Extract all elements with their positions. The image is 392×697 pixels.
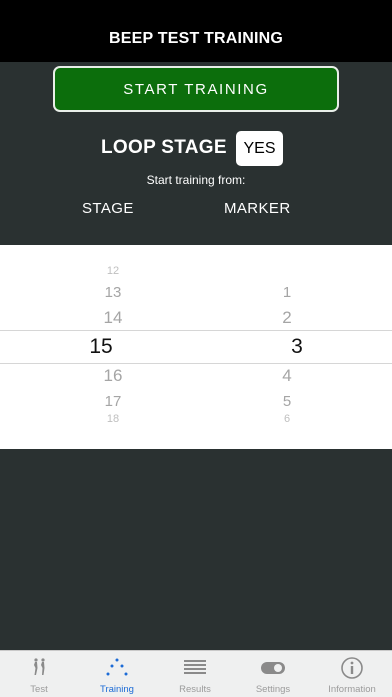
runners-icon [0, 656, 78, 680]
tab-label: Results [179, 684, 211, 695]
training-cones-icon [78, 656, 156, 680]
loop-stage-label: LOOP STAGE [101, 137, 227, 158]
marker-option[interactable]: 4 [257, 366, 317, 386]
stage-option[interactable]: 16 [83, 366, 143, 386]
info-icon [312, 656, 392, 680]
toggle-icon [234, 656, 312, 680]
stage-option[interactable]: 14 [83, 308, 143, 328]
loop-stage-toggle[interactable]: YES [236, 131, 283, 166]
selection-top-line [0, 330, 392, 331]
tab-label: Test [30, 684, 48, 695]
tab-label: Information [328, 684, 376, 695]
selection-bottom-line [0, 363, 392, 364]
stage-option[interactable]: 13 [83, 284, 143, 301]
marker-selected[interactable]: 3 [267, 335, 327, 359]
stage-selected[interactable]: 15 [71, 335, 131, 359]
nav-bar: BEEP TEST TRAINING [0, 0, 392, 62]
tab-information[interactable]: Information [312, 651, 392, 697]
tab-settings[interactable]: Settings [234, 651, 312, 697]
tab-bar: Test Training Results Settings Informati… [0, 650, 392, 697]
stage-option[interactable]: 12 [83, 265, 143, 277]
list-icon [156, 656, 234, 680]
start-training-button[interactable]: START TRAINING [53, 66, 339, 112]
marker-option[interactable]: 6 [257, 413, 317, 425]
marker-column-header: MARKER [224, 200, 291, 217]
marker-option[interactable]: 5 [257, 393, 317, 410]
marker-option[interactable]: 1 [257, 284, 317, 301]
tab-label: Training [100, 684, 134, 695]
tab-test[interactable]: Test [0, 651, 78, 697]
tab-training[interactable]: Training [78, 651, 156, 697]
stage-option[interactable]: 18 [83, 413, 143, 425]
tab-results[interactable]: Results [156, 651, 234, 697]
start-from-label: Start training from: [146, 173, 246, 187]
stage-column-header: STAGE [82, 200, 134, 217]
page-title: BEEP TEST TRAINING [109, 30, 283, 47]
tab-label: Settings [255, 684, 291, 695]
stage-marker-picker[interactable]: 12 13 14 15 16 17 18 1 2 3 4 5 6 [0, 245, 392, 449]
loop-stage-row: LOOP STAGE YES [0, 131, 392, 167]
stage-option[interactable]: 17 [83, 393, 143, 410]
marker-option[interactable]: 2 [257, 308, 317, 328]
